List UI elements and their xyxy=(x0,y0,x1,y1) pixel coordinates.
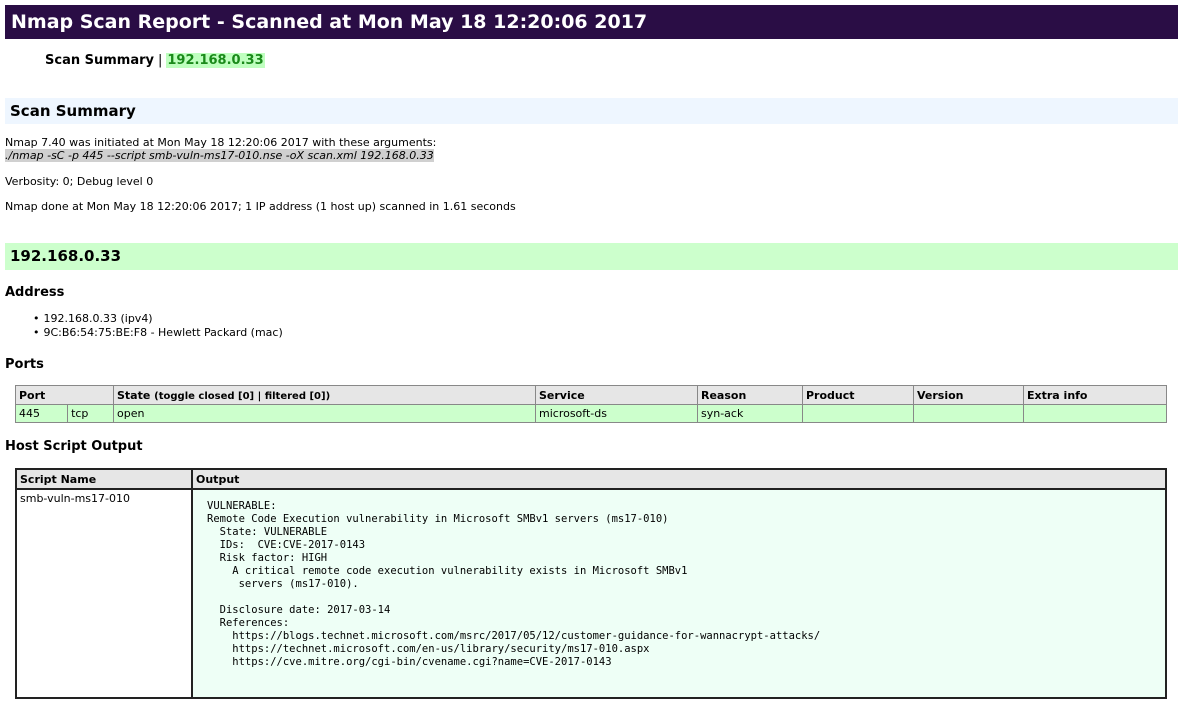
table-row: smb-vuln-ms17-010 VULNERABLE: Remote Cod… xyxy=(15,488,1167,699)
ports-table: Port State (toggle closed [0] | filtered… xyxy=(14,385,1167,423)
toggle-closed-link[interactable]: (toggle closed [0] | xyxy=(154,391,261,402)
nav-scan-summary-link[interactable]: Scan Summary xyxy=(45,53,154,68)
cell-script-output: VULNERABLE: Remote Code Execution vulner… xyxy=(191,488,1167,699)
cell-reason: syn-ack xyxy=(697,404,803,423)
col-output: Output xyxy=(191,468,1167,490)
scan-done-text: Nmap done at Mon May 18 12:20:06 2017; 1… xyxy=(5,200,516,213)
nav-separator: | xyxy=(158,53,163,68)
col-service: Service xyxy=(535,385,698,405)
col-state-label: State xyxy=(117,388,151,402)
scan-summary-heading: Scan Summary xyxy=(5,98,1178,124)
initiated-line: Nmap 7.40 was initiated at Mon May 18 12… xyxy=(5,136,437,149)
col-script-name: Script Name xyxy=(15,468,193,490)
toggle-filtered-link[interactable]: filtered [0]) xyxy=(265,391,330,402)
col-state: State (toggle closed [0] | filtered [0]) xyxy=(113,385,536,405)
cell-product xyxy=(802,404,914,423)
cell-port: 445 xyxy=(14,404,69,423)
scan-initiated-text: Nmap 7.40 was initiated at Mon May 18 12… xyxy=(5,136,436,162)
address-heading: Address xyxy=(5,285,65,300)
scan-arguments: ./nmap -sC -p 445 --script smb-vuln-ms17… xyxy=(5,149,434,162)
table-row: 445 tcp open microsoft-ds syn-ack xyxy=(14,404,1167,423)
address-item-ipv4: 192.168.0.33 (ipv4) xyxy=(33,312,283,326)
script-table-header: Script Name Output xyxy=(15,468,1167,490)
cell-protocol: tcp xyxy=(67,404,114,423)
col-port: Port xyxy=(15,385,114,405)
script-output-table: Script Name Output smb-vuln-ms17-010 VUL… xyxy=(15,468,1167,699)
col-product: Product xyxy=(802,385,914,405)
top-nav: Scan Summary | 192.168.0.33 xyxy=(45,53,265,68)
col-extra-info: Extra info xyxy=(1023,385,1167,405)
col-version: Version xyxy=(913,385,1024,405)
ports-heading: Ports xyxy=(5,357,44,372)
script-output-text: VULNERABLE: Remote Code Execution vulner… xyxy=(207,500,821,668)
address-item-mac: 9C:B6:54:75:BE:F8 - Hewlett Packard (mac… xyxy=(33,326,283,340)
cell-extra-info xyxy=(1023,404,1167,423)
verbosity-text: Verbosity: 0; Debug level 0 xyxy=(5,175,154,188)
cell-version xyxy=(913,404,1024,423)
nav-host-link[interactable]: 192.168.0.33 xyxy=(166,53,265,68)
host-heading: 192.168.0.33 xyxy=(5,243,1178,270)
host-script-heading: Host Script Output xyxy=(5,439,143,454)
address-list: 192.168.0.33 (ipv4) 9C:B6:54:75:BE:F8 - … xyxy=(33,312,283,340)
cell-script-name: smb-vuln-ms17-010 xyxy=(15,488,193,699)
cell-state: open xyxy=(113,404,536,423)
cell-service: microsoft-ds xyxy=(535,404,698,423)
ports-table-header: Port State (toggle closed [0] | filtered… xyxy=(15,385,1167,405)
col-reason: Reason xyxy=(697,385,803,405)
page-title: Nmap Scan Report - Scanned at Mon May 18… xyxy=(5,5,1178,39)
